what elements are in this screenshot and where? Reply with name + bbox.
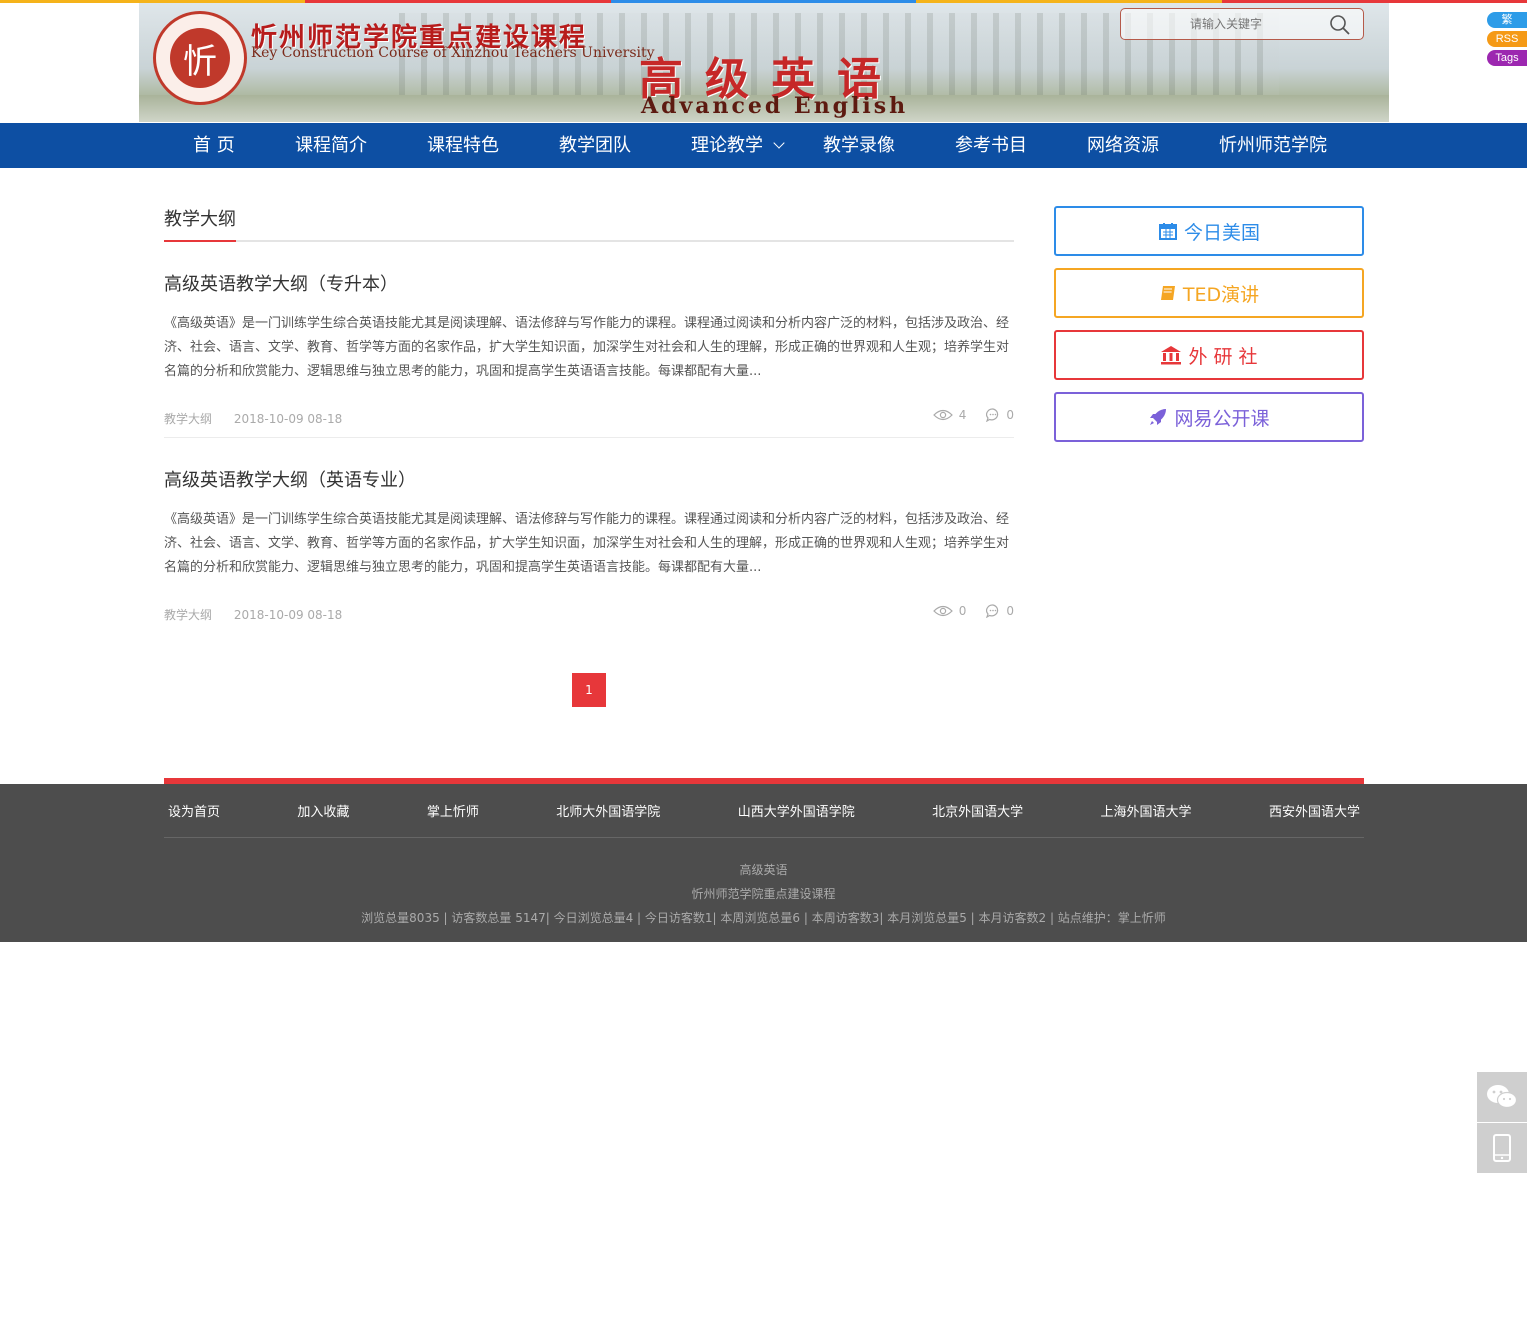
footer-link-mobile-xinshi[interactable]: 掌上忻师	[427, 801, 479, 820]
view-count: 4	[932, 408, 967, 422]
view-count-value: 0	[958, 604, 967, 618]
wechat-float-button[interactable]	[1477, 1072, 1527, 1122]
nav-item-theory[interactable]: 理论教学	[691, 123, 785, 168]
main-content: 教学大纲 高级英语教学大纲（专升本） 《高级英语》是一门训练学生综合英语技能尤其…	[164, 205, 1014, 634]
post-category-link[interactable]: 教学大纲	[164, 412, 212, 426]
nav-item-team[interactable]: 教学团队	[559, 123, 631, 168]
post-meta: 教学大纲 2018-10-09 08-18	[164, 410, 342, 427]
post-stats: 0 0	[932, 604, 1014, 618]
post-excerpt: 《高级英语》是一门训练学生综合英语技能尤其是阅读理解、语法修辞与写作能力的课程。…	[164, 512, 1010, 575]
pagination-page-current[interactable]: 1	[572, 673, 606, 707]
footer-link-bnu-fl[interactable]: 北师大外国语学院	[556, 801, 660, 820]
mobile-float-button[interactable]	[1477, 1123, 1527, 1173]
post-date: 2018-10-09 08-18	[233, 608, 343, 622]
nav-item-home[interactable]: 首 页	[193, 123, 235, 168]
footer-link-bfsu[interactable]: 北京外国语大学	[932, 801, 1023, 820]
nav-label: 教学录像	[823, 135, 895, 156]
traditional-chinese-toggle[interactable]: 繁	[1487, 12, 1527, 28]
side-tag-list: 繁 RSS Tags	[1487, 12, 1527, 69]
institution-icon	[1161, 346, 1182, 365]
footer-info: 高级英语 忻州师范学院重点建设课程 浏览总量8035 | 访客数总量 5147|…	[0, 858, 1527, 930]
fltrp-label: 外 研 社	[1188, 345, 1258, 368]
header-banner: 忻 忻州师范学院重点建设课程 Key Construction Course o…	[139, 3, 1389, 122]
nav-label: 理论教学	[691, 135, 763, 156]
post-title-link[interactable]: 高级英语教学大纲（英语专业）	[164, 466, 416, 492]
list-item: 高级英语教学大纲（英语专业） 《高级英语》是一门训练学生综合英语技能尤其是阅读理…	[164, 438, 1014, 634]
nav-label: 课程特色	[427, 135, 499, 156]
fltrp-button[interactable]: 外 研 社	[1054, 330, 1364, 380]
footer-link-bookmark[interactable]: 加入收藏	[297, 801, 349, 820]
footer-link-xisu[interactable]: 西安外国语大学	[1269, 801, 1360, 820]
nav-label: 网络资源	[1087, 135, 1159, 156]
eye-icon	[932, 409, 953, 421]
calendar-icon	[1158, 223, 1177, 240]
footer-course-desc: 忻州师范学院重点建设课程	[691, 887, 836, 901]
ted-talks-button[interactable]: TED演讲	[1054, 268, 1364, 318]
post-title-link[interactable]: 高级英语教学大纲（专升本）	[164, 270, 398, 296]
post-date: 2018-10-09 08-18	[233, 412, 343, 426]
rocket-icon	[1150, 409, 1167, 425]
usa-today-button[interactable]: 今日美国	[1054, 206, 1364, 256]
mobile-icon	[1493, 1134, 1511, 1162]
nav-label: 教学团队	[559, 135, 631, 156]
nav-label: 首 页	[193, 135, 235, 156]
tags-link[interactable]: Tags	[1487, 50, 1527, 66]
footer-stats: 浏览总量8035 | 访客数总量 5147| 今日浏览总量4 | 今日访客数1|…	[361, 911, 1166, 925]
post-excerpt: 《高级英语》是一门训练学生综合英语技能尤其是阅读理解、语法修辞与写作能力的课程。…	[164, 316, 1010, 379]
nav-item-university[interactable]: 忻州师范学院	[1219, 123, 1327, 168]
course-title-en: Advanced English	[641, 93, 909, 119]
comment-count: 0	[986, 408, 1014, 422]
search-input[interactable]	[1131, 13, 1321, 35]
nav-item-books[interactable]: 参考书目	[955, 123, 1027, 168]
footer-course-name: 高级英语	[739, 863, 788, 877]
view-count: 0	[932, 604, 967, 618]
comment-icon	[986, 604, 999, 618]
chevron-down-icon	[773, 137, 785, 149]
nav-item-videos[interactable]: 教学录像	[823, 123, 895, 168]
search-icon[interactable]	[1329, 14, 1351, 36]
list-item: 高级英语教学大纲（专升本） 《高级英语》是一门训练学生综合英语技能尤其是阅读理解…	[164, 242, 1014, 438]
comment-icon	[986, 408, 999, 422]
comment-count-value: 0	[1006, 408, 1014, 422]
nav-item-resources[interactable]: 网络资源	[1087, 123, 1159, 168]
comment-count: 0	[986, 604, 1014, 618]
university-seal-logo[interactable]: 忻	[153, 11, 247, 105]
netease-open-course-button[interactable]: 网易公开课	[1054, 392, 1364, 442]
footer-link-set-home[interactable]: 设为首页	[168, 801, 220, 820]
footer-link-sxu-fl[interactable]: 山西大学外国语学院	[738, 801, 855, 820]
post-category-link[interactable]: 教学大纲	[164, 608, 212, 622]
nav-item-intro[interactable]: 课程简介	[295, 123, 367, 168]
post-meta: 教学大纲 2018-10-09 08-18	[164, 606, 342, 623]
netease-open-course-label: 网易公开课	[1174, 407, 1270, 430]
banner-title-en: Key Construction Course of Xinzhou Teach…	[251, 45, 655, 61]
eye-icon	[932, 605, 953, 617]
section-title: 教学大纲	[164, 205, 236, 242]
nav-label: 参考书目	[955, 135, 1027, 156]
view-count-value: 4	[958, 408, 967, 422]
footer-links: 设为首页 加入收藏 掌上忻师 北师大外国语学院 山西大学外国语学院 北京外国语大…	[164, 784, 1364, 838]
footer: 设为首页 加入收藏 掌上忻师 北师大外国语学院 山西大学外国语学院 北京外国语大…	[0, 784, 1527, 942]
comment-count-value: 0	[1006, 604, 1014, 618]
ted-talks-label: TED演讲	[1182, 283, 1260, 306]
sidebar: 今日美国 TED演讲 外 研 社 网易公开课	[1054, 206, 1364, 454]
rss-link[interactable]: RSS	[1487, 31, 1527, 47]
section-header: 教学大纲	[164, 205, 1014, 242]
main-nav: 首 页 课程简介 课程特色 教学团队 理论教学 教学录像 参考书目 网络资源 忻…	[0, 123, 1527, 168]
nav-label: 课程简介	[295, 135, 367, 156]
usa-today-label: 今日美国	[1183, 221, 1260, 244]
wechat-icon	[1487, 1085, 1518, 1109]
footer-link-shisu[interactable]: 上海外国语大学	[1101, 801, 1192, 820]
nav-label: 忻州师范学院	[1219, 135, 1327, 156]
search-box	[1120, 8, 1364, 40]
post-stats: 4 0	[932, 408, 1014, 422]
book-icon	[1160, 286, 1175, 300]
seal-character: 忻	[170, 28, 230, 88]
nav-item-features[interactable]: 课程特色	[427, 123, 499, 168]
